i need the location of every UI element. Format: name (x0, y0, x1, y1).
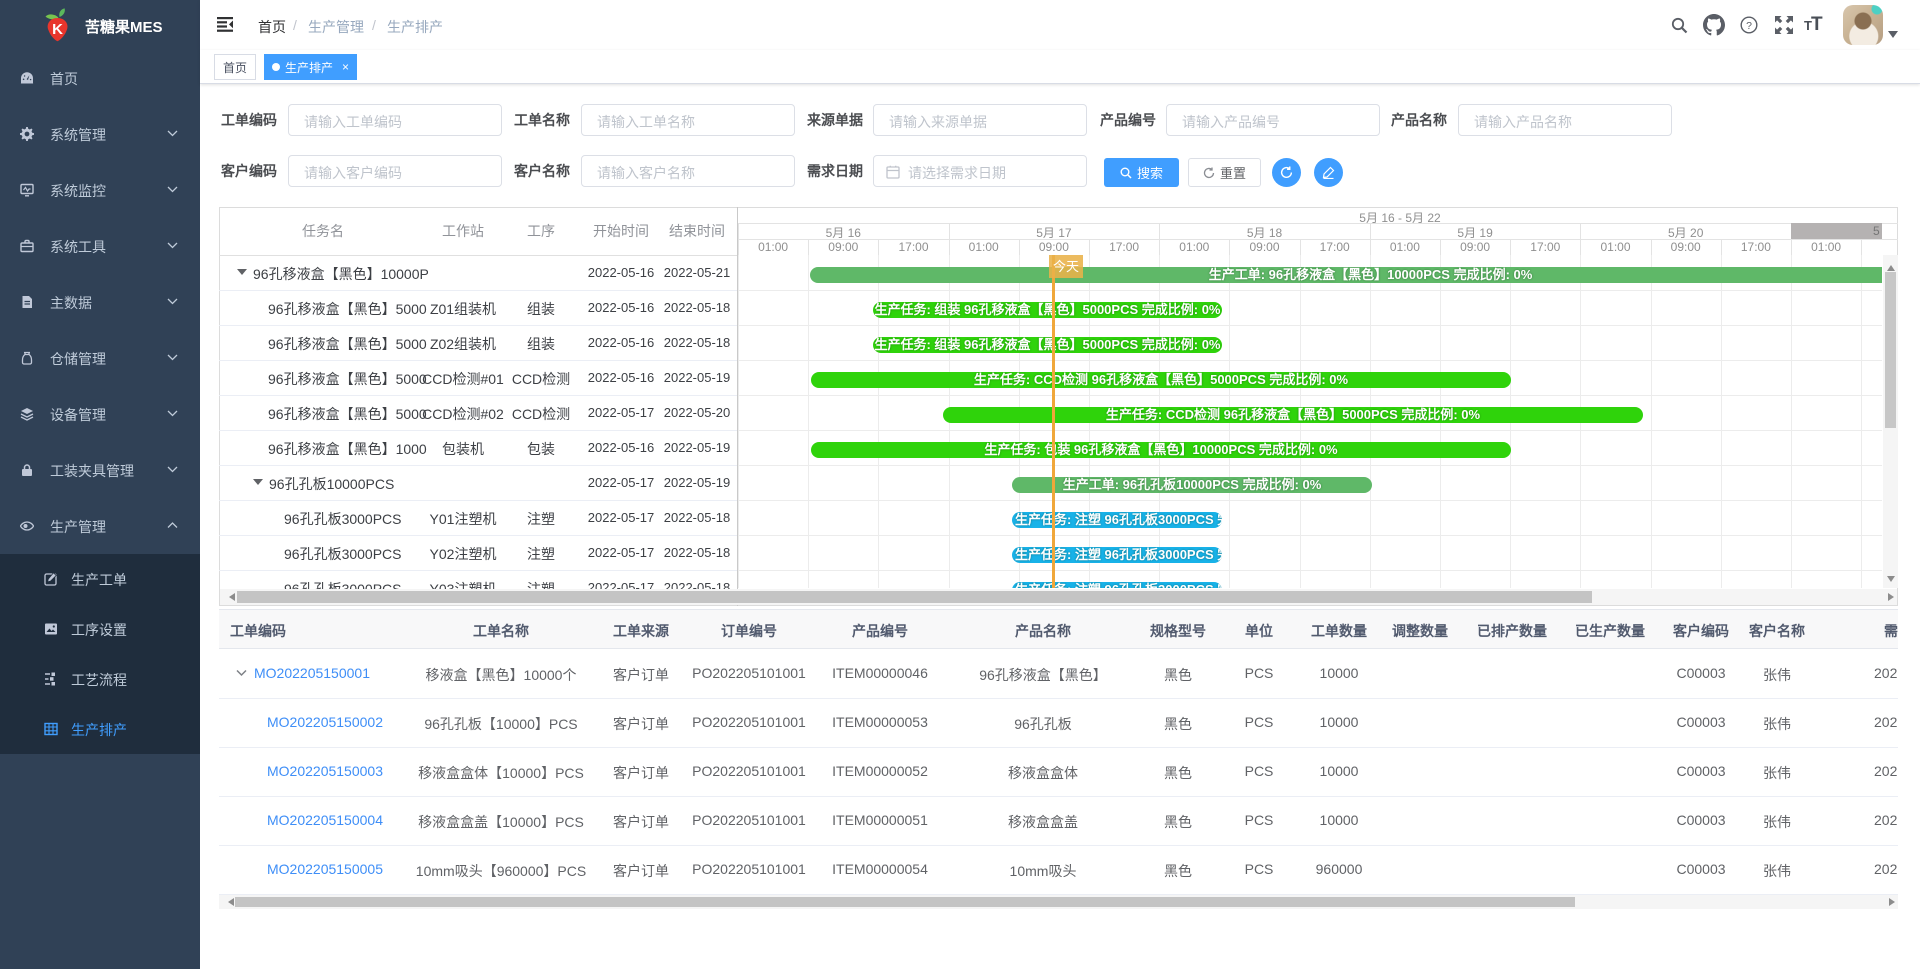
svg-text:K: K (52, 21, 63, 38)
svg-text:?: ? (1746, 20, 1752, 32)
